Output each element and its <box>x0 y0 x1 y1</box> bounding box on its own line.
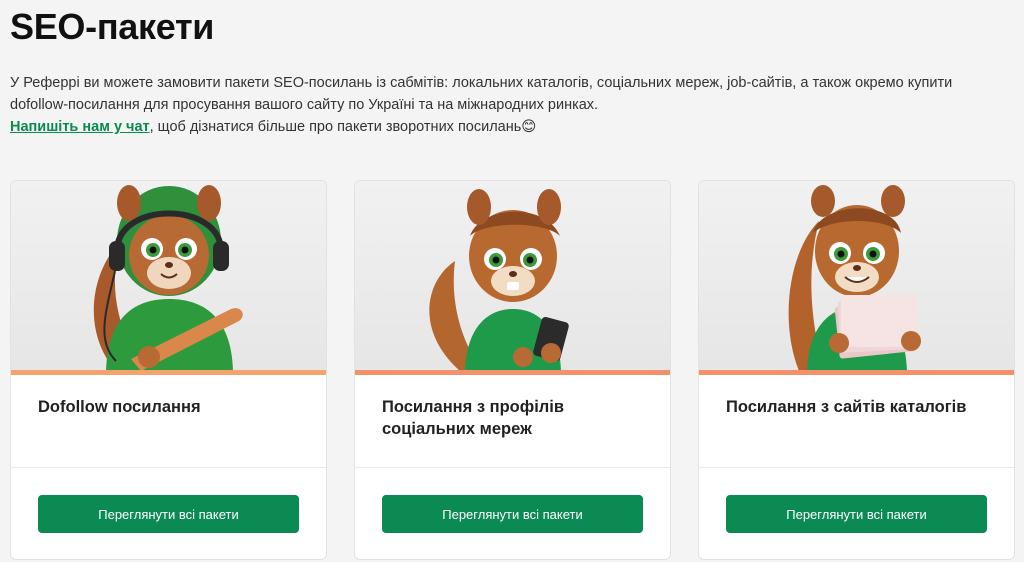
card-divider <box>11 467 326 468</box>
card-divider <box>699 467 1014 468</box>
package-card-dofollow[interactable]: Dofollow посилання Переглянути всі пакет… <box>10 180 327 560</box>
squirrel-papers-illustration <box>699 181 1014 375</box>
card-divider <box>355 467 670 468</box>
chat-suffix: , щоб дізнатися більше про пакети зворот… <box>149 119 537 135</box>
card-title: Посилання з сайтів каталогів <box>726 398 967 416</box>
package-card-social-profiles[interactable]: Посилання з профілів соціальних мереж Пе… <box>354 180 671 560</box>
view-packages-button[interactable]: Переглянути всі пакети <box>726 495 987 533</box>
intro-text: У Реферрі ви можете замовити пакети SEO-… <box>10 72 1010 138</box>
squirrel-headphones-bat-illustration <box>11 181 326 375</box>
package-card-directories[interactable]: Посилання з сайтів каталогів Переглянути… <box>698 180 1015 560</box>
packages-list: Dofollow посилання Переглянути всі пакет… <box>10 180 1015 560</box>
view-packages-button[interactable]: Переглянути всі пакети <box>382 495 643 533</box>
intro-line-2: dofollow-посилання для просування вашого… <box>10 97 599 113</box>
chat-link[interactable]: Напишіть нам у чат <box>10 119 150 135</box>
intro-line-1: У Реферрі ви можете замовити пакети SEO-… <box>10 75 953 91</box>
card-title: Dofollow посилання <box>38 398 201 416</box>
page-title: SEO-пакети <box>10 6 215 47</box>
view-packages-button[interactable]: Переглянути всі пакети <box>38 495 299 533</box>
squirrel-phone-illustration <box>355 181 670 375</box>
card-title: Посилання з профілів соціальних мереж <box>382 398 564 438</box>
intro-line-3: Напишіть нам у чат, щоб дізнатися більше… <box>10 116 1010 138</box>
